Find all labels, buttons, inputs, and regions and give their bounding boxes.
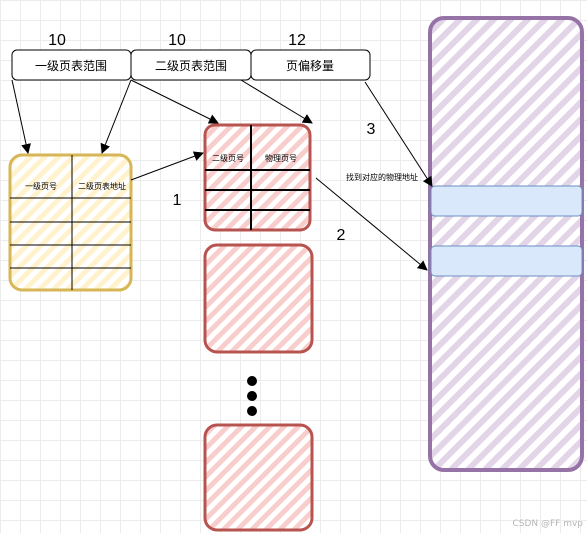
level2-page-table: 二级页号 物理页号 — [203, 123, 312, 232]
arrow-level1-entry-to-level2 — [130, 151, 204, 181]
arrow-level1-to-table-2 — [100, 79, 132, 154]
level2-range-field: 二级页表范围 — [130, 49, 252, 81]
level1-range-field: 一级页表范围 — [11, 49, 132, 81]
level2-page-table-2 — [203, 243, 314, 354]
step-2-label: 2 — [337, 227, 346, 244]
find-physical-address-note: 找到对应的物理地址 — [346, 172, 418, 182]
level1-col-level2-address: 二级页表地址 — [78, 181, 126, 191]
physical-page-slot-2 — [430, 245, 583, 277]
page-offset-label: 页偏移量 — [286, 58, 334, 73]
step-1-label: 1 — [173, 192, 182, 209]
physical-page-slot-1 — [430, 185, 583, 217]
level2-col-physical-page: 物理页号 — [265, 153, 297, 163]
level1-page-table: 一级页号 二级页表地址 — [8, 153, 133, 292]
level2-col-page-number: 二级页号 — [212, 153, 244, 163]
watermark: CSDN @FF mvp — [512, 519, 583, 529]
page-offset-field: 页偏移量 — [250, 49, 371, 81]
step-3-label: 3 — [367, 121, 376, 138]
level2-range-label: 二级页表范围 — [155, 59, 227, 73]
physical-memory — [428, 16, 584, 472]
level1-range-label: 一级页表范围 — [35, 59, 107, 73]
level1-bits-label: 10 — [48, 32, 66, 49]
arrow-level2-to-table-2 — [240, 79, 313, 124]
arrow-level2-to-table — [130, 79, 219, 124]
arrow-level2-entry-to-physical — [315, 177, 428, 271]
level1-col-page-number: 一级页号 — [25, 181, 57, 191]
ellipsis-dots — [247, 376, 257, 416]
arrow-level1-to-table — [11, 79, 31, 154]
level2-page-table-n — [203, 423, 314, 532]
paging-diagram: 10 10 12 一级页表范围 二级页表范围 页偏移量 一级页号 二级页表地址 … — [8, 16, 584, 532]
offset-bits-label: 12 — [288, 32, 306, 49]
level2-bits-label: 10 — [168, 32, 186, 49]
